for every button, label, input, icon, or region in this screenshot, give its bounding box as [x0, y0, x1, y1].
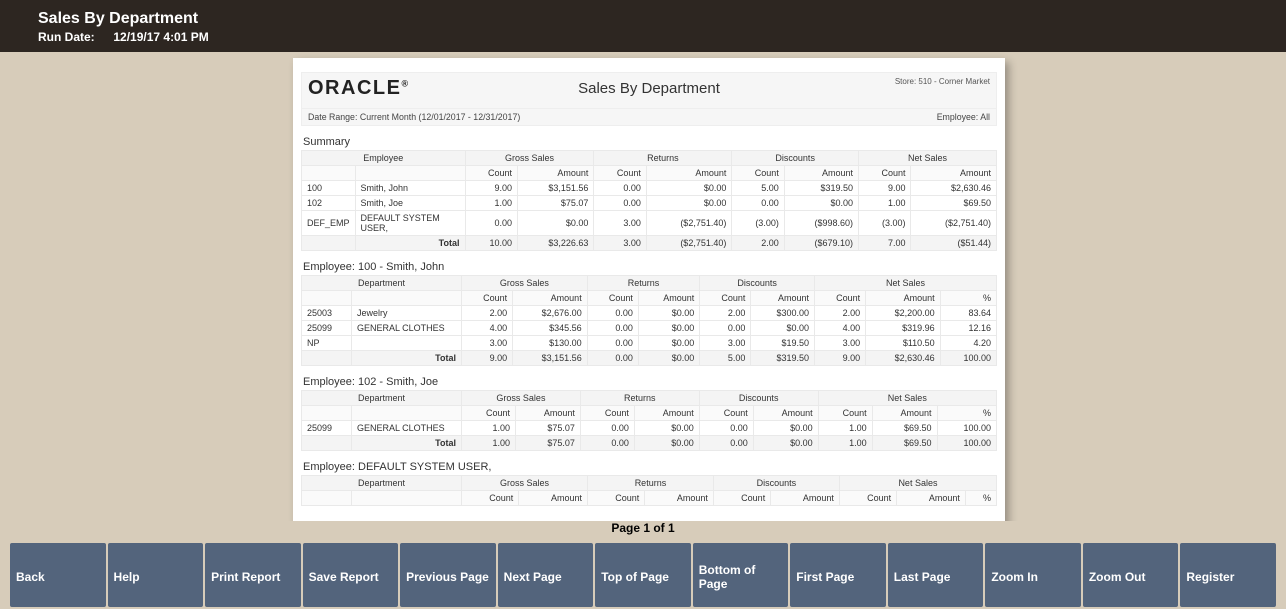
department-table: DepartmentGross SalesReturnsDiscountsNet… [301, 390, 997, 451]
first-page-button[interactable]: First Page [790, 543, 886, 607]
report-page: ORACLE® Sales By Department Store: 510 -… [293, 58, 1005, 537]
page-indicator: Page 1 of 1 [0, 521, 1286, 537]
run-date-label: Run Date: [38, 30, 110, 44]
table-row: 25099GENERAL CLOTHES4.00$345.560.00$0.00… [302, 321, 997, 336]
employee-section-title: Employee: DEFAULT SYSTEM USER, [303, 461, 997, 473]
report-scroll-area[interactable]: ORACLE® Sales By Department Store: 510 -… [12, 52, 1286, 537]
summary-heading: Summary [303, 136, 997, 148]
date-range: Date Range: Current Month (12/01/2017 - … [308, 112, 520, 122]
department-table: DepartmentGross SalesReturnsDiscountsNet… [301, 475, 997, 506]
table-row: NP3.00$130.000.00$0.003.00$19.503.00$110… [302, 336, 997, 351]
total-row: Total10.00$3,226.633.00($2,751.40)2.00($… [302, 236, 997, 251]
app-header: Sales By Department Run Date: 12/19/17 4… [0, 0, 1286, 52]
report-meta-bar: Date Range: Current Month (12/01/2017 - … [301, 109, 997, 126]
page-title: Sales By Department [0, 10, 1286, 28]
table-row: 25099GENERAL CLOTHES1.00$75.070.00$0.000… [302, 421, 997, 436]
table-row: 102Smith, Joe1.00$75.070.00$0.000.00$0.0… [302, 196, 997, 211]
zoom-out-button[interactable]: Zoom Out [1083, 543, 1179, 607]
previous-page-button[interactable]: Previous Page [400, 543, 496, 607]
store-label: Store: 510 - Corner Market [895, 77, 990, 86]
report-header: ORACLE® Sales By Department Store: 510 -… [301, 72, 997, 109]
save-report-button[interactable]: Save Report [303, 543, 399, 607]
run-date: Run Date: 12/19/17 4:01 PM [0, 28, 1286, 44]
bottom-toolbar: Back Help Print Report Save Report Previ… [0, 541, 1286, 609]
back-button[interactable]: Back [10, 543, 106, 607]
employee-section-title: Employee: 100 - Smith, John [303, 261, 997, 273]
top-of-page-button[interactable]: Top of Page [595, 543, 691, 607]
zoom-in-button[interactable]: Zoom In [985, 543, 1081, 607]
run-date-value: 12/19/17 4:01 PM [113, 30, 208, 44]
employee-section-title: Employee: 102 - Smith, Joe [303, 376, 997, 388]
total-row: Total1.00$75.070.00$0.000.00$0.001.00$69… [302, 436, 997, 451]
table-row: 25003Jewelry2.00$2,676.000.00$0.002.00$3… [302, 306, 997, 321]
table-row: 100Smith, John9.00$3,151.560.00$0.005.00… [302, 181, 997, 196]
help-button[interactable]: Help [108, 543, 204, 607]
print-report-button[interactable]: Print Report [205, 543, 301, 607]
total-row: Total9.00$3,151.560.00$0.005.00$319.509.… [302, 351, 997, 366]
report-viewer: ORACLE® Sales By Department Store: 510 -… [0, 52, 1286, 537]
report-title: Sales By Department [302, 80, 996, 97]
next-page-button[interactable]: Next Page [498, 543, 594, 607]
last-page-button[interactable]: Last Page [888, 543, 984, 607]
bottom-of-page-button[interactable]: Bottom of Page [693, 543, 789, 607]
table-row: DEF_EMPDEFAULT SYSTEM USER,0.00$0.003.00… [302, 211, 997, 236]
summary-table: Employee Gross Sales Returns Discounts N… [301, 150, 997, 251]
employee-filter: Employee: All [937, 112, 990, 122]
register-button[interactable]: Register [1180, 543, 1276, 607]
department-table: DepartmentGross SalesReturnsDiscountsNet… [301, 275, 997, 366]
